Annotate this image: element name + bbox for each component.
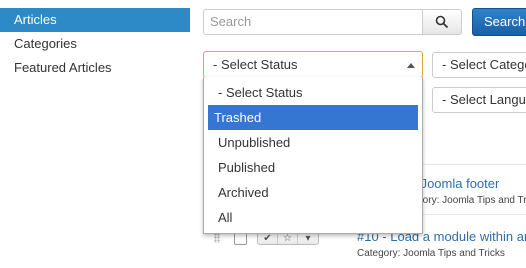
- search-button[interactable]: Search: [472, 8, 526, 36]
- status-dropdown-list: - Select Status Trashed Unpublished Publ…: [203, 77, 423, 234]
- sidebar-item-articles[interactable]: Articles: [0, 8, 190, 32]
- sidebar-item-categories[interactable]: Categories: [0, 32, 190, 56]
- status-select-label: - Select Status: [213, 57, 298, 72]
- search-icon: [435, 15, 449, 29]
- language-select[interactable]: - Select Language: [432, 87, 526, 113]
- status-option[interactable]: Published: [208, 155, 418, 180]
- status-option[interactable]: Unpublished: [208, 130, 418, 155]
- language-select-label: - Select Language: [442, 92, 526, 107]
- search-input[interactable]: Search: [203, 9, 423, 35]
- sidebar: Articles Categories Featured Articles: [0, 0, 190, 80]
- category-select[interactable]: - Select Category: [432, 52, 526, 78]
- category-select-label: - Select Category: [442, 57, 526, 72]
- caret-up-icon: [407, 63, 415, 68]
- status-option-highlighted[interactable]: Trashed: [208, 105, 418, 130]
- search-icon-button[interactable]: [422, 9, 462, 35]
- status-select[interactable]: - Select Status: [203, 51, 423, 78]
- status-option[interactable]: - Select Status: [208, 80, 418, 105]
- article-category: Category: Joomla Tips and Tricks: [357, 248, 505, 259]
- sidebar-item-featured-articles[interactable]: Featured Articles: [0, 56, 190, 80]
- status-option[interactable]: Archived: [208, 180, 418, 205]
- status-option[interactable]: All: [208, 205, 418, 230]
- row-divider: [423, 164, 526, 165]
- row-divider: [423, 214, 526, 215]
- drag-handle-icon[interactable]: [214, 233, 220, 243]
